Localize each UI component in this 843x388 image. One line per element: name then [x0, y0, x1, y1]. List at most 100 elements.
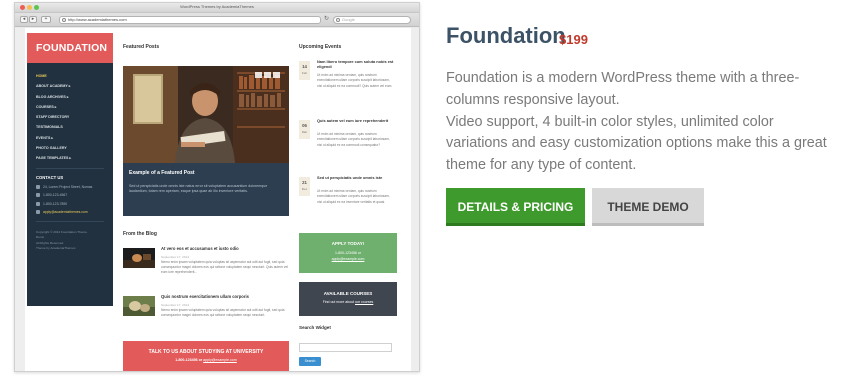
- event-3-day: 21: [302, 180, 307, 185]
- mail-icon: [36, 210, 40, 215]
- product-title: Foundation: [446, 23, 566, 48]
- upcoming-events-heading: Upcoming Events: [299, 44, 342, 50]
- event-item-1: 14 Feb Nam libero tempore cum soluta nob…: [299, 59, 395, 99]
- available-courses-box: AVAILABLE COURSES Find out more about ou…: [299, 282, 397, 316]
- contact-phone: 1-800-123-4567: [27, 191, 113, 200]
- talk-to-us-title: TALK TO US ABOUT STUDYING AT UNIVERSITY: [148, 349, 264, 355]
- event-2-text: Ut enim ad minima veniam, quis nostrum e…: [317, 132, 390, 147]
- phone-icon: [36, 193, 40, 198]
- browser-window-mockup: WordPress Themes by AcademiaThemes ◂ ▸ +…: [14, 2, 420, 372]
- browser-window-title: WordPress Themes by AcademiaThemes: [180, 4, 254, 9]
- talk-to-us-banner: TALK TO US ABOUT STUDYING AT UNIVERSITY …: [123, 341, 289, 371]
- talk-to-us-email: apply@example.com: [203, 358, 237, 362]
- menu-item-events: EVENTS ▸: [36, 135, 54, 140]
- event-2-day: 06: [302, 123, 307, 128]
- menu-item-photo-gallery: PHOTO GALLERY: [36, 146, 67, 151]
- site-menu: HOME ABOUT ACADEMY ▸ BLOG ARCHIVES ▸ COU…: [27, 63, 113, 164]
- fax-icon: [36, 201, 40, 206]
- event-3-title: Sed ut perspiciatis unde omnis iste: [317, 175, 383, 180]
- event-2-date-badge: 06 Mar: [299, 120, 310, 139]
- event-item-2: 06 Mar Quis autem vel eum iure reprehend…: [299, 118, 395, 158]
- from-the-blog-heading: From the Blog: [123, 231, 157, 237]
- blog-post-2-date: September 17, 2014: [161, 303, 190, 307]
- apply-today-box: APPLY TODAY! 1-800-123456 or apply@examp…: [299, 233, 397, 273]
- contact-fax: 1-800-123-7890: [27, 200, 113, 209]
- menu-item-about: ABOUT ACADEMY ▸: [36, 84, 71, 89]
- search-icon: [336, 18, 340, 22]
- menu-item-home: HOME: [36, 74, 47, 78]
- blog-post-1-title: At vero eos et accusamus et iusto odio: [161, 246, 239, 251]
- site-logo: FOUNDATION: [27, 33, 113, 63]
- menu-item-staff-directory: STAFF DIRECTORY: [36, 115, 70, 120]
- event-1-day: 14: [302, 64, 307, 69]
- blog-post-1: At vero eos et accusamus et iusto odio S…: [123, 246, 289, 286]
- event-1-month: Feb: [301, 71, 308, 75]
- product-description: Foundation is a modern WordPress theme w…: [446, 68, 836, 177]
- available-courses-title: AVAILABLE COURSES: [323, 291, 373, 296]
- location-icon: [36, 184, 40, 189]
- details-pricing-button[interactable]: DETAILS & PRICING: [446, 188, 585, 226]
- contact-phone-text: 1-800-123-4567: [43, 193, 68, 198]
- browser-search-placeholder: Google: [342, 17, 355, 22]
- event-3-month: Dec: [301, 187, 308, 191]
- menu-item-blog-archives: BLOG ARCHIVES ▸: [36, 94, 69, 99]
- search-widget-button: Search: [299, 357, 321, 366]
- search-widget-input: [299, 343, 392, 352]
- featured-post-card: Example of a Featured Post Sed ut perspi…: [123, 66, 289, 216]
- forward-arrow-icon: ▸: [29, 16, 37, 23]
- product-description-line-1: Foundation is a modern WordPress theme w…: [446, 70, 800, 108]
- event-1-text: Ut enim ad minima veniam, quis nostrum e…: [317, 73, 393, 88]
- contact-email: apply@academiathemes.com: [27, 208, 113, 217]
- blog-post-2: Quis nostrum exercitationem ullam corpor…: [123, 294, 289, 334]
- back-arrow-icon: ◂: [20, 16, 28, 23]
- browser-toolbar: ◂ ▸ + http://www.academiathemes.com ↻ Go…: [15, 13, 419, 27]
- available-courses-text: Find out more about our courses: [299, 300, 397, 304]
- featured-posts-heading: Featured Posts: [123, 44, 160, 50]
- menu-item-courses: COURSES ▸: [36, 104, 57, 109]
- site-sidebar: FOUNDATION HOME ABOUT ACADEMY ▸ BLOG ARC…: [27, 33, 113, 306]
- event-2-title: Quis autem vel eum iure reprehenderit: [317, 118, 389, 123]
- theme-demo-button[interactable]: THEME DEMO: [592, 188, 704, 226]
- talk-to-us-contact: 1-800-123456 or apply@example.com: [123, 358, 289, 362]
- featured-post-caption: Example of a Featured Post Sed ut perspi…: [123, 163, 289, 216]
- reload-icon: ↻: [324, 16, 330, 22]
- event-3-date-badge: 21 Dec: [299, 177, 310, 196]
- event-1-date-badge: 14 Feb: [299, 61, 310, 80]
- contact-address-text: 24, Lorem Project Street, Nomas: [43, 184, 93, 189]
- url-bar: http://www.academiathemes.com: [59, 16, 321, 24]
- apply-today-title: APPLY TODAY!: [331, 241, 365, 246]
- event-2-month: Mar: [301, 130, 308, 134]
- browser-viewport: FOUNDATION HOME ABOUT ACADEMY ▸ BLOG ARC…: [15, 28, 419, 371]
- blog-post-1-date: September 17, 2014: [161, 255, 190, 259]
- blog-post-2-title: Quis nostrum exercitationem ullam corpor…: [161, 294, 249, 299]
- blog-post-1-thumbnail: [123, 248, 155, 268]
- slider-controls: [255, 72, 280, 78]
- globe-icon: [62, 18, 66, 22]
- search-widget-title: Search Widget: [299, 325, 331, 330]
- contact-heading: CONTACT US: [36, 174, 64, 180]
- share-icon: +: [41, 16, 51, 23]
- contact-email-text: apply@academiathemes.com: [43, 210, 88, 215]
- contact-fax-text: 1-800-123-7890: [43, 201, 68, 206]
- menu-item-page-templates: PAGE TEMPLATES ▸: [36, 156, 72, 161]
- featured-post-image: [123, 66, 289, 163]
- menu-item-testimonials: TESTIMONIALS: [36, 125, 63, 130]
- available-courses-link: our courses: [355, 300, 374, 304]
- available-courses-lead: Find out more about: [322, 300, 355, 304]
- event-3-text: Ut enim ad minima veniam, quis nostrum e…: [317, 189, 390, 204]
- talk-to-us-phone: 1-800-123456 or: [175, 358, 203, 362]
- apply-today-email: apply@example.com: [331, 257, 365, 261]
- blog-post-1-excerpt: Nemo enim ipsam voluptatem quia voluptas…: [161, 260, 289, 275]
- product-price: $199: [559, 32, 588, 47]
- blog-post-2-thumbnail: [123, 296, 155, 316]
- theme-preview-page: FOUNDATION HOME ABOUT ACADEMY ▸ BLOG ARC…: [25, 28, 411, 371]
- browser-search-field: Google: [333, 16, 411, 24]
- browser-titlebar: WordPress Themes by AcademiaThemes: [15, 3, 419, 13]
- apply-today-phone: 1-800-123456 or: [335, 251, 361, 255]
- copyright-line-4: Theme by AcademiaThemes: [36, 246, 76, 251]
- copyright: Copyright © 2014 Foundation Theme. Demo …: [27, 222, 113, 252]
- contact-address: 24, Lorem Project Street, Nomas: [27, 183, 113, 192]
- featured-post-title: Example of a Featured Post: [129, 170, 195, 176]
- product-description-line-2: Video support, 4 built-in color styles, …: [446, 113, 827, 174]
- featured-post-excerpt: Sed ut perspiciatis unde omnis iste natu…: [129, 184, 268, 194]
